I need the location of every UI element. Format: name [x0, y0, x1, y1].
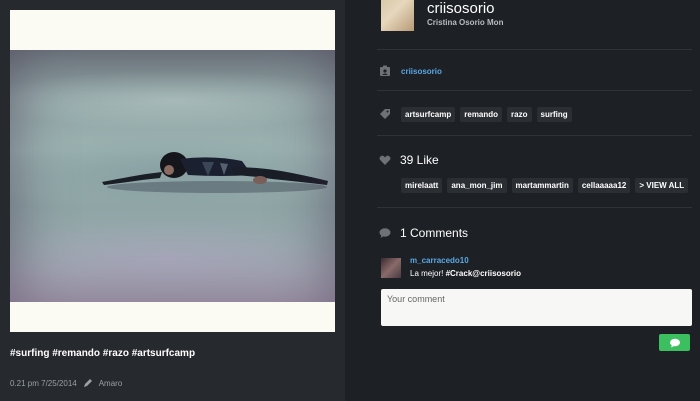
send-comment-button[interactable]	[659, 334, 690, 351]
view-all-likes-button[interactable]: > VIEW ALL	[635, 178, 689, 193]
comment-text-plain: La mejor!	[410, 269, 446, 278]
divider	[377, 135, 692, 136]
comments-count: 1 Comments	[400, 226, 469, 240]
photo-panel: #surfing #remando #razo #artsurfcamp 0.2…	[0, 0, 345, 401]
photo-vignette	[10, 50, 335, 302]
divider	[377, 49, 692, 50]
comment-author[interactable]: m_carracedo10	[410, 256, 469, 265]
divider	[377, 207, 692, 208]
liker-chip[interactable]: ana_mon_jim	[447, 178, 507, 193]
post-meta: 0.21 pm 7/25/2014 Amaro	[10, 378, 122, 388]
comment-mention[interactable]: #Crack@criisosorio	[446, 269, 521, 278]
comment-input[interactable]	[381, 289, 692, 326]
heart-icon	[379, 155, 391, 165]
tag-chip[interactable]: surfing	[536, 107, 572, 122]
speech-bubble-icon	[379, 228, 391, 238]
tag-chip[interactable]: remando	[460, 107, 503, 122]
likers-list: mirelaatt ana_mon_jim martammartin cella…	[401, 178, 689, 193]
id-badge-icon	[380, 65, 390, 76]
likes-count: 39 Like	[400, 153, 439, 167]
liker-chip[interactable]: martammartin	[511, 178, 573, 193]
tag-chip[interactable]: artsurfcamp	[401, 107, 456, 122]
post-time: 0.21 pm 7/25/2014	[10, 378, 77, 388]
tag-icon	[380, 109, 390, 119]
comment-avatar[interactable]	[381, 258, 401, 278]
divider	[377, 90, 692, 91]
pencil-icon	[83, 379, 92, 387]
tagged-user-link[interactable]: criisosorio	[401, 67, 442, 76]
chat-bubble-icon	[669, 338, 680, 347]
liker-chip[interactable]: mirelaatt	[401, 178, 443, 193]
post-hashtags[interactable]: #surfing #remando #razo #artsurfcamp	[10, 348, 195, 359]
profile-username[interactable]: criisosorio	[427, 0, 495, 17]
profile-fullname: Cristina Osorio Mon	[427, 18, 504, 27]
liker-chip[interactable]: cellaaaaa12	[577, 178, 631, 193]
photo-frame	[10, 10, 335, 332]
post-photo[interactable]	[10, 50, 335, 302]
details-panel: criisosorio Cristina Osorio Mon criisoso…	[345, 0, 700, 401]
avatar[interactable]	[381, 0, 414, 31]
comment-text: La mejor! #Crack@criisosorio	[410, 269, 521, 278]
post-filter: Amaro	[98, 378, 123, 388]
tag-chip[interactable]: razo	[507, 107, 532, 122]
tag-list: artsurfcamp remando razo surfing	[401, 107, 572, 122]
